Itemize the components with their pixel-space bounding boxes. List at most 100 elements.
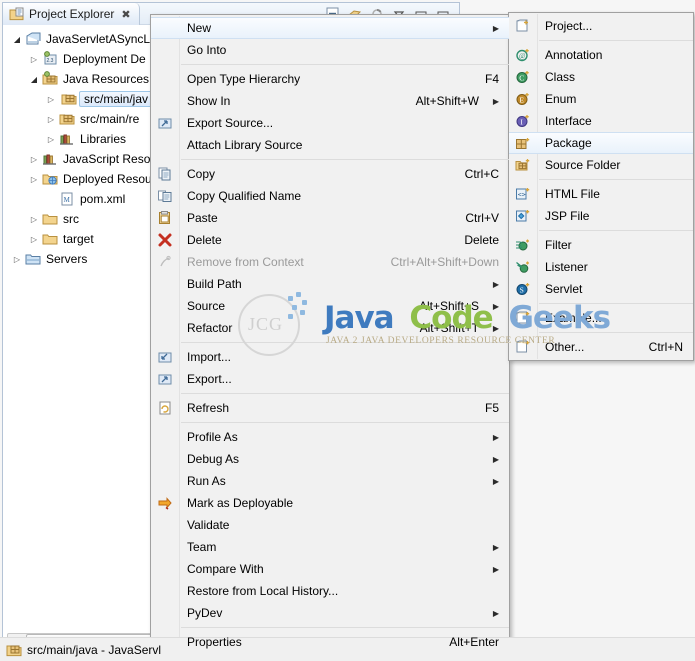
tree-item-label: pom.xml: [80, 192, 126, 206]
tree-expand-arrow[interactable]: ▷: [43, 135, 59, 144]
menu-item-enum[interactable]: E Enum: [509, 88, 693, 110]
menu-item-other[interactable]: Other... Ctrl+N: [509, 336, 693, 358]
menu-item-mark-as-deployable[interactable]: Mark as Deployable: [151, 492, 509, 514]
menu-item-accelerator: F5: [484, 401, 499, 415]
menu-item-label: Annotation: [545, 48, 603, 62]
menu-item-attach-library-source[interactable]: Attach Library Source: [151, 134, 509, 156]
tree-item-label: target: [63, 232, 94, 246]
menu-item-team[interactable]: Team ▶: [151, 536, 509, 558]
menu-item-run-as[interactable]: Run As ▶: [151, 470, 509, 492]
menu-item-accelerator: F4: [484, 72, 499, 86]
menu-item-delete[interactable]: Delete Delete: [151, 229, 509, 251]
menu-item-label: Restore from Local History...: [187, 584, 339, 598]
menu-item-project[interactable]: Project...: [509, 15, 693, 37]
menu-item-label: Debug As: [187, 452, 240, 466]
new-servlet-icon: S: [515, 281, 531, 297]
menu-separator: [181, 342, 509, 343]
menu-item-open-type-hierarchy[interactable]: Open Type Hierarchy F4: [151, 68, 509, 90]
tree-expand-arrow[interactable]: ◢: [26, 75, 42, 84]
submenu-arrow-icon: ▶: [492, 608, 499, 618]
tree-expand-arrow[interactable]: ▷: [43, 95, 59, 104]
new-submenu[interactable]: Project... @ Annotation C Class E Enum I Interfa…: [508, 12, 694, 361]
menu-separator: [181, 422, 509, 423]
menu-item-package[interactable]: Package: [509, 132, 693, 154]
menu-item-profile-as[interactable]: Profile As ▶: [151, 426, 509, 448]
menu-item-label: Open Type Hierarchy: [187, 72, 301, 86]
menu-item-label: PyDev: [187, 606, 223, 620]
menu-item-import[interactable]: Import...: [151, 346, 509, 368]
menu-item-pydev[interactable]: PyDev ▶: [151, 602, 509, 624]
menu-item-filter[interactable]: Filter: [509, 234, 693, 256]
tree-item-label: src/main/re: [80, 112, 140, 126]
menu-item-build-path[interactable]: Build Path ▶: [151, 273, 509, 295]
menu-item-copy[interactable]: Copy Ctrl+C: [151, 163, 509, 185]
menu-item-label: Team: [187, 540, 217, 554]
paste-icon: [157, 210, 173, 226]
remove-context-icon: [157, 254, 173, 270]
menu-item-example[interactable]: Example...: [509, 307, 693, 329]
tree-expand-arrow[interactable]: ▷: [26, 155, 42, 164]
menu-item-show-in[interactable]: Show In Alt+Shift+W ▶: [151, 90, 509, 112]
menu-item-accelerator: Alt+Shift+W: [415, 94, 479, 108]
menu-item-label: Show In: [187, 94, 231, 108]
menu-item-copy-qualified-name[interactable]: Copy Qualified Name: [151, 185, 509, 207]
menu-item-paste[interactable]: Paste Ctrl+V: [151, 207, 509, 229]
menu-item-go-into[interactable]: Go Into: [151, 39, 509, 61]
menu-item-accelerator: Alt+Enter: [449, 635, 499, 649]
mark-deployable-icon: [157, 495, 173, 511]
menu-item-source[interactable]: Source Alt+Shift+S ▶: [151, 295, 509, 317]
menu-item-label: JSP File: [545, 209, 590, 223]
submenu-arrow-icon: ▶: [492, 96, 499, 106]
menu-item-source-folder[interactable]: Source Folder: [509, 154, 693, 176]
source-folder-icon: [61, 91, 77, 107]
menu-item-compare-with[interactable]: Compare With ▶: [151, 558, 509, 580]
tree-expand-arrow[interactable]: ▷: [26, 215, 42, 224]
submenu-arrow-icon: ▶: [492, 301, 499, 311]
menu-item-listener[interactable]: Listener: [509, 256, 693, 278]
submenu-arrow-icon: ▶: [492, 476, 499, 486]
tree-expand-arrow[interactable]: ▷: [26, 235, 42, 244]
menu-item-debug-as[interactable]: Debug As ▶: [151, 448, 509, 470]
menu-item-restore-from-local-history[interactable]: Restore from Local History...: [151, 580, 509, 602]
tree-expand-arrow[interactable]: ▷: [26, 175, 42, 184]
new-enum-icon: E: [515, 91, 531, 107]
menu-item-label: Example...: [545, 311, 602, 325]
libraries-icon: [42, 151, 58, 167]
menu-item-new[interactable]: New ▶: [151, 17, 509, 39]
menu-item-annotation[interactable]: @ Annotation: [509, 44, 693, 66]
tree-expand-arrow[interactable]: ▷: [9, 255, 25, 264]
tree-expand-arrow[interactable]: ◢: [9, 35, 25, 44]
menu-item-properties[interactable]: Properties Alt+Enter: [151, 631, 509, 653]
menu-separator: [539, 179, 693, 180]
menu-item-interface[interactable]: I Interface: [509, 110, 693, 132]
menu-item-refactor[interactable]: Refactor Alt+Shift+T ▶: [151, 317, 509, 339]
menu-item-remove-from-context[interactable]: Remove from Context Ctrl+Alt+Shift+Down: [151, 251, 509, 273]
menu-item-accelerator: Ctrl+C: [464, 167, 499, 181]
menu-item-label: Export...: [187, 372, 232, 386]
submenu-arrow-icon: ▶: [492, 23, 499, 33]
new-package-icon: [515, 136, 531, 152]
close-icon[interactable]: ✖: [121, 8, 130, 21]
tree-expand-arrow[interactable]: ▷: [26, 55, 42, 64]
menu-item-html-file[interactable]: <> HTML File: [509, 183, 693, 205]
menu-item-label: Mark as Deployable: [187, 496, 294, 510]
menu-item-servlet[interactable]: S Servlet: [509, 278, 693, 300]
tree-expand-arrow[interactable]: ▷: [43, 115, 59, 124]
tree-item-label: JavaScript Reso: [63, 152, 151, 166]
menu-item-jsp-file[interactable]: JSP File: [509, 205, 693, 227]
context-menu[interactable]: New ▶ Go Into Open Type Hierarchy F4 Show In A…: [150, 14, 510, 656]
menu-item-export[interactable]: Export...: [151, 368, 509, 390]
tab-project-explorer[interactable]: Project Explorer ✖: [3, 3, 140, 25]
menu-item-export-source[interactable]: Export Source...: [151, 112, 509, 134]
menu-item-class[interactable]: C Class: [509, 66, 693, 88]
new-jsp-file-icon: [515, 208, 531, 224]
new-filter-icon: [515, 237, 531, 253]
menu-item-label: Copy: [187, 167, 216, 181]
submenu-arrow-icon: ▶: [492, 432, 499, 442]
refresh-icon: [157, 400, 173, 416]
source-folder-icon: [6, 642, 22, 658]
copy-icon: [157, 166, 173, 182]
menu-item-refresh[interactable]: Refresh F5: [151, 397, 509, 419]
svg-text:M: M: [64, 196, 71, 204]
menu-item-validate[interactable]: Validate: [151, 514, 509, 536]
